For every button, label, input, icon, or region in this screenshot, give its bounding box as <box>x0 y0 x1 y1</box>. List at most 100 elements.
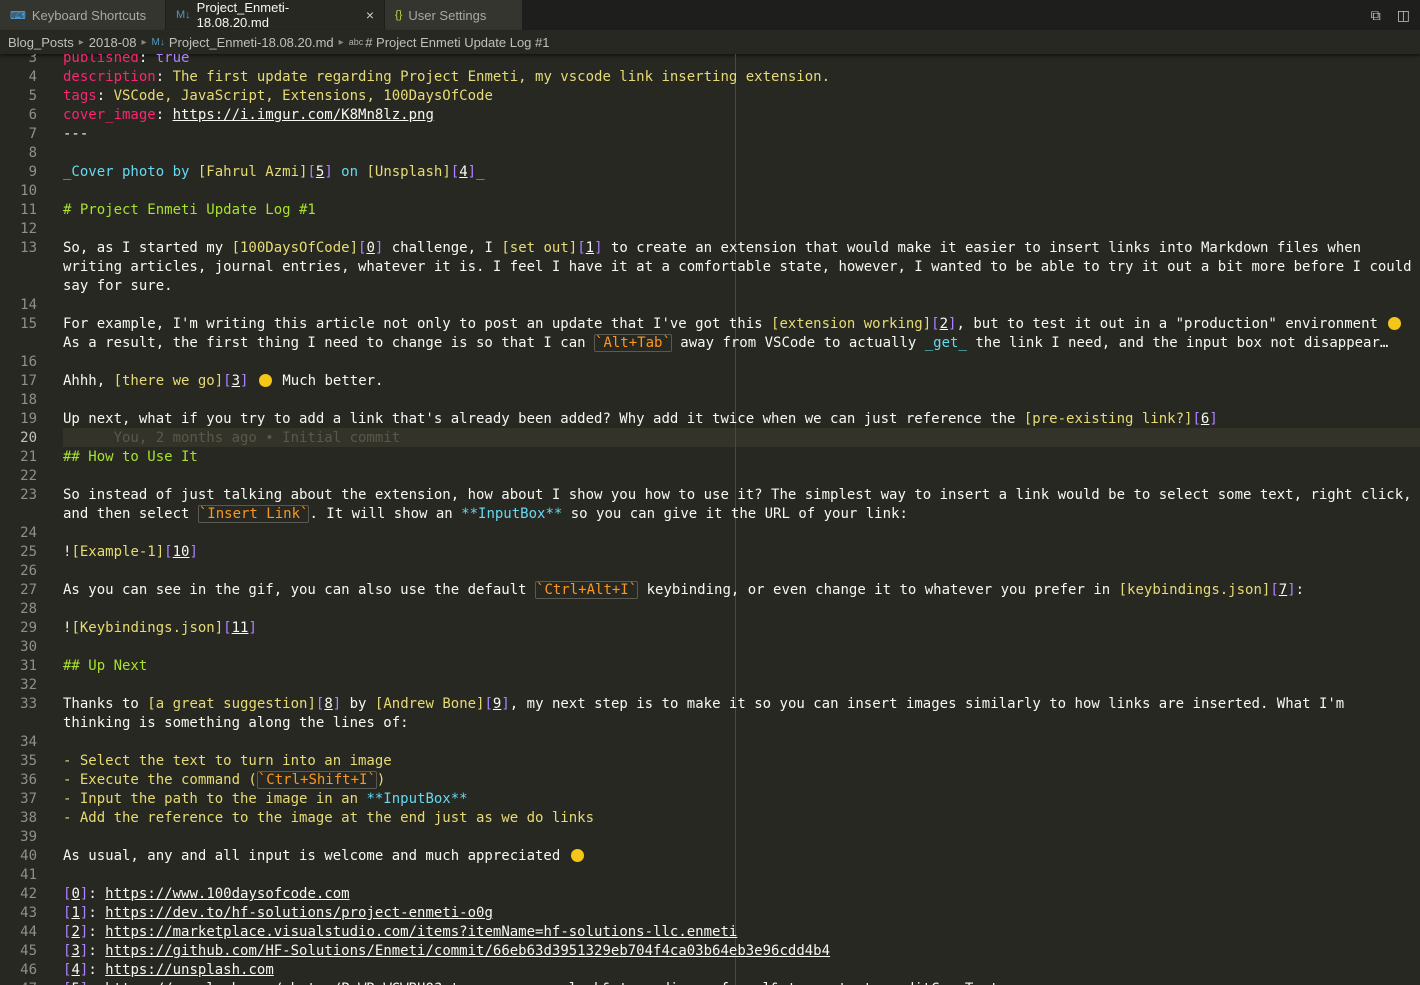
editor-line[interactable]: 19 Up next, what if you try to add a link… <box>0 410 1420 429</box>
editor-line[interactable]: 24 <box>0 524 1420 543</box>
editor-line[interactable]: 32 <box>0 676 1420 695</box>
editor-line[interactable]: 5 tags: VSCode, JavaScript, Extensions, 1… <box>0 87 1420 106</box>
line-number: 26 <box>20 563 37 579</box>
editor-line[interactable]: 6 cover_image: https://i.imgur.com/K8Mn8l… <box>0 106 1420 125</box>
editor-line[interactable]: 45 [3]: https://github.com/HF-Solutions/E… <box>0 942 1420 961</box>
editor-line[interactable]: 7 --- <box>0 125 1420 144</box>
breadcrumb-item[interactable]: Project_Enmeti-18.08.20.md <box>169 35 334 50</box>
editor-line[interactable]: 22 <box>0 467 1420 486</box>
editor-line[interactable]: 13 So, as I started my [100DaysOfCode] [0]… <box>0 239 1420 258</box>
editor-line[interactable]: 25 ![Example-1][10] <box>0 543 1420 562</box>
editor-line[interactable]: 27 As you can see in the gif, you can als… <box>0 581 1420 600</box>
editor-line[interactable]: 31 ## Up Next <box>0 657 1420 676</box>
token: 5 <box>71 981 79 985</box>
editor-line[interactable]: 40 As usual, any and all input is welcome… <box>0 847 1420 866</box>
close-icon[interactable]: × <box>366 7 374 23</box>
editor-actions: ⧉ ◫ <box>1371 0 1420 30</box>
split-editor-icon[interactable]: ◫ <box>1397 7 1410 24</box>
token: away from VSCode to actually <box>671 335 925 351</box>
editor-line[interactable]: 21 ## How to Use It <box>0 448 1420 467</box>
token: 7 <box>1278 582 1288 598</box>
line-number: 19 <box>20 411 37 427</box>
tab-keyboard-shortcuts[interactable]: ⌨ Keyboard Shortcuts <box>0 0 166 30</box>
editor-line[interactable]: 10 <box>0 182 1420 201</box>
editor-line[interactable]: 39 <box>0 828 1420 847</box>
editor-line[interactable]: 41 <box>0 866 1420 885</box>
editor-line[interactable]: 3 published: true <box>0 54 1420 68</box>
editor-line[interactable]: As a result, the first thing I need to c… <box>0 334 1420 353</box>
line-number: 14 <box>20 297 37 313</box>
editor-line[interactable]: 15 For example, I'm writing this article … <box>0 315 1420 334</box>
editor-line[interactable]: 18 <box>0 391 1420 410</box>
line-number: 11 <box>20 202 37 218</box>
token: ) <box>376 772 386 788</box>
editor-line[interactable]: 17 Ahhh, [there we go][3] Much better. <box>0 372 1420 391</box>
token: [Keybindings.json] <box>71 620 224 636</box>
editor-line[interactable]: 14 <box>0 296 1420 315</box>
line-number: 28 <box>20 601 37 617</box>
string-symbol-icon: abc <box>348 37 364 47</box>
editor-line[interactable]: writing articles, journal entries, whate… <box>0 258 1420 277</box>
breadcrumb-item[interactable]: # Project Enmeti Update Log #1 <box>365 35 549 50</box>
editor-line[interactable]: thinking is something along the lines of… <box>0 714 1420 733</box>
line-number: 27 <box>20 582 37 598</box>
editor-line[interactable]: 20 You, 2 months ago • Initial commit <box>0 429 1420 448</box>
editor-line[interactable]: 16 <box>0 353 1420 372</box>
token: [a great suggestion] <box>147 696 316 712</box>
editor-line[interactable]: 33 Thanks to [a great suggestion] [8] by [… <box>0 695 1420 714</box>
editor-line[interactable]: 47 [5]: https://unsplash.com/photos/PsWRc… <box>0 980 1420 985</box>
open-preview-icon[interactable]: ⧉ <box>1371 7 1381 24</box>
line-content: [2]: https://marketplace.visualstudio.co… <box>63 923 737 942</box>
token: The first update regarding Project Enmet… <box>172 69 831 85</box>
editor-line[interactable]: 26 <box>0 562 1420 581</box>
token: . It will show an <box>309 506 462 522</box>
line-number: 24 <box>20 525 37 541</box>
editor-line[interactable]: 28 <box>0 600 1420 619</box>
editor-line[interactable]: 43 [1]: https://dev.to/hf-solutions/proje… <box>0 904 1420 923</box>
editor-line[interactable]: 37 - Input the path to the image in an **… <box>0 790 1420 809</box>
token: [Fahrul Azmi] <box>197 164 308 180</box>
editor-line[interactable]: 46 [4]: https://unsplash.com <box>0 961 1420 980</box>
token: https://unsplash.com/photos/PsWRcWGWBUQ?… <box>105 981 998 985</box>
editor-line[interactable]: 12 <box>0 220 1420 239</box>
token: [Andrew Bone] <box>374 696 485 712</box>
editor-line[interactable]: 44 [2]: https://marketplace.visualstudio.… <box>0 923 1420 942</box>
chevron-right-icon: ▸ <box>141 36 147 48</box>
token: `Ctrl+Shift+I` <box>256 771 377 789</box>
token: ] <box>324 164 333 180</box>
editor-line[interactable]: 30 <box>0 638 1420 657</box>
line-content: # Project Enmeti Update Log #1 <box>63 201 316 220</box>
token: cover_image <box>63 107 156 123</box>
editor-text-area[interactable]: 3 published: true 4 description: The first … <box>0 54 1420 985</box>
breadcrumb-item[interactable]: 2018-08 <box>89 35 137 50</box>
token: true <box>155 54 190 66</box>
token: [pre-existing link?] <box>1023 411 1193 427</box>
token: challenge, I <box>383 240 502 256</box>
editor-line[interactable]: 4 description: The first update regarding… <box>0 68 1420 87</box>
editor-line[interactable]: 23 So instead of just talking about the e… <box>0 486 1420 505</box>
editor-line[interactable]: 9 _Cover photo by [Fahrul Azmi][5] on [Un… <box>0 163 1420 182</box>
editor-line[interactable]: 38 - Add the reference to the image at th… <box>0 809 1420 828</box>
editor-line[interactable]: 8 <box>0 144 1420 163</box>
editor-line[interactable]: 42 [0]: https://www.100daysofcode.com <box>0 885 1420 904</box>
editor-line[interactable]: 36 - Execute the command (`Ctrl+Shift+I`) <box>0 771 1420 790</box>
token: VSCode, JavaScript, Extensions, 100DaysO… <box>113 88 493 104</box>
tab-project-enmeti[interactable]: M↓ Project_Enmeti-18.08.20.md × <box>166 0 385 30</box>
editor-line[interactable]: and then select `Insert Link`. It will s… <box>0 505 1420 524</box>
editor-line[interactable]: 34 <box>0 733 1420 752</box>
breadcrumb-item[interactable]: Blog_Posts <box>8 35 74 50</box>
line-content: Thanks to [a great suggestion] [8] by [An… <box>63 695 1344 714</box>
tab-user-settings[interactable]: {} User Settings <box>385 0 523 30</box>
token: # Project Enmeti Update Log #1 <box>63 202 316 218</box>
editor-line[interactable]: 35 - Select the text to turn into an imag… <box>0 752 1420 771</box>
token: 4 <box>71 962 80 978</box>
line-content: [5]: https://unsplash.com/photos/PsWRcWG… <box>63 980 999 985</box>
token: published <box>63 54 139 66</box>
token: Much better. <box>273 373 384 389</box>
line-content: - Input the path to the image in an **In… <box>63 790 468 809</box>
editor-line[interactable]: say for sure. <box>0 277 1420 296</box>
token: https://github.com/HF-Solutions/Enmeti/c… <box>105 943 831 959</box>
editor-line[interactable]: 11 # Project Enmeti Update Log #1 <box>0 201 1420 220</box>
editor-line[interactable]: 29 ![Keybindings.json][11] <box>0 619 1420 638</box>
chevron-right-icon: ▸ <box>338 36 344 48</box>
